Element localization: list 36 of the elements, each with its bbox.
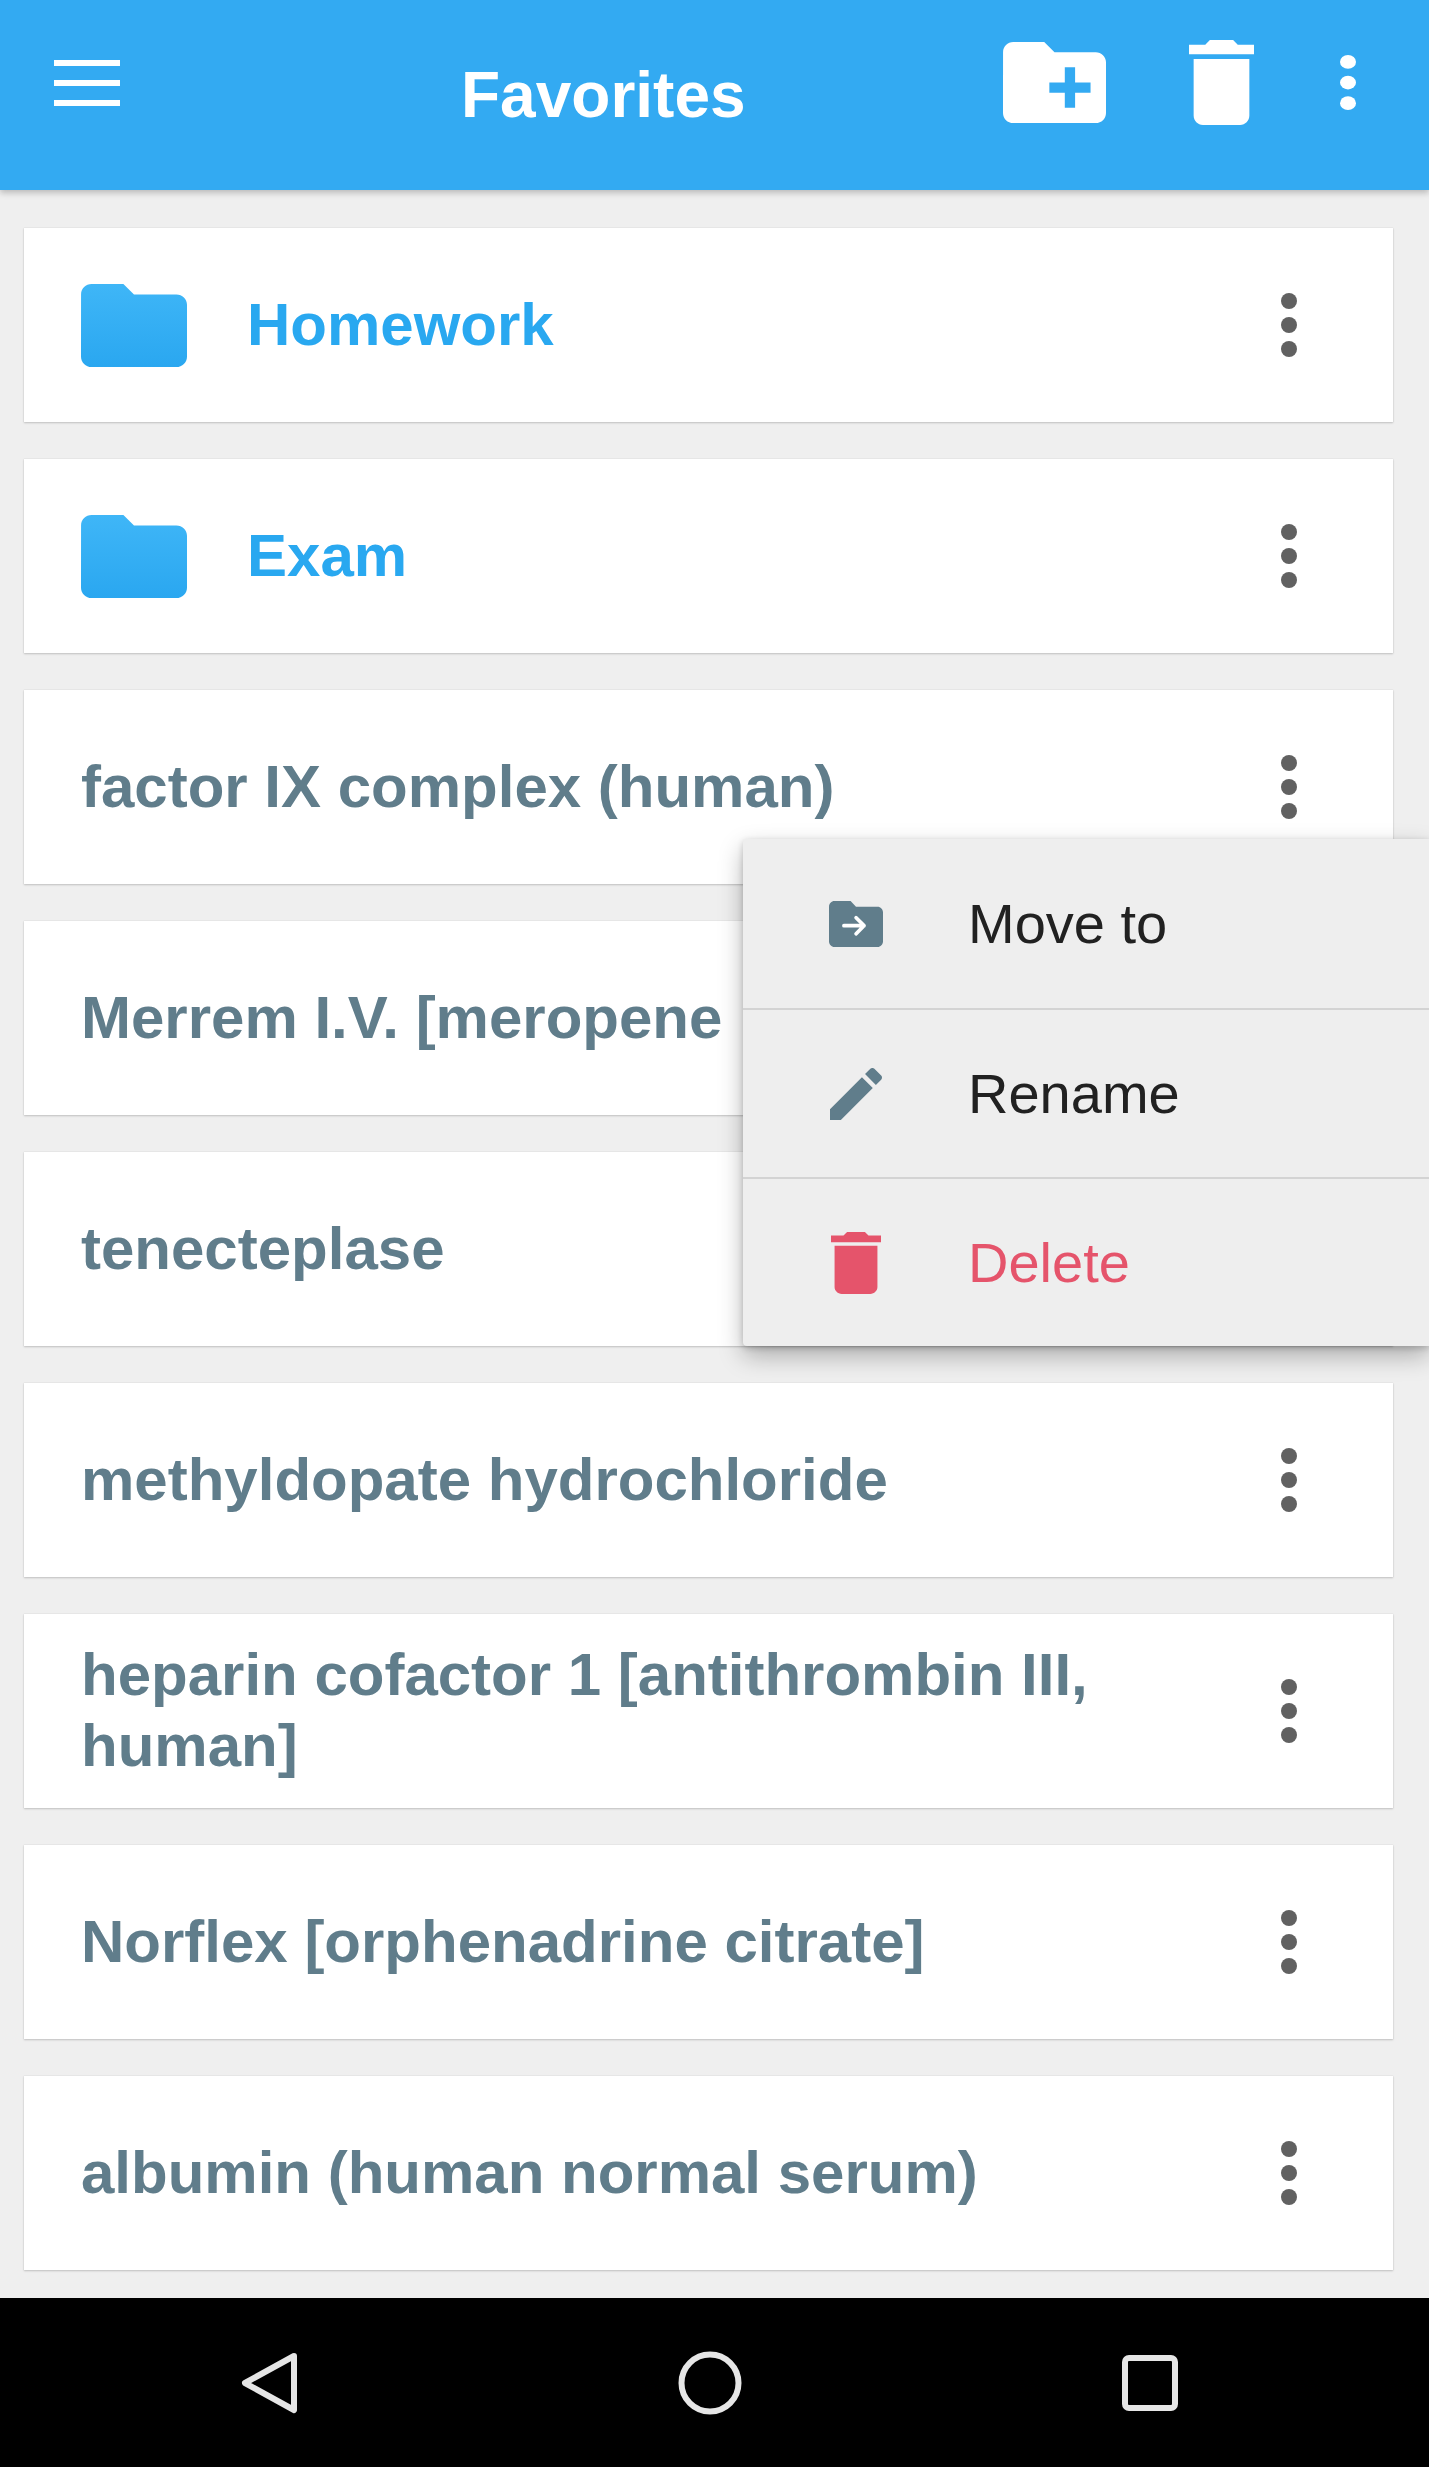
folder-name: Exam <box>247 520 408 591</box>
folder-name: Homework <box>247 289 554 360</box>
folder-icon <box>81 514 187 598</box>
item-name: tenecteplase <box>81 1213 445 1284</box>
recent-apps-icon[interactable] <box>1121 2354 1178 2411</box>
list-item-card[interactable]: methyldopate hydrochloride <box>24 1383 1393 1577</box>
folder-arrow-icon <box>829 900 883 947</box>
more-options-icon[interactable] <box>1280 524 1298 588</box>
more-options-icon[interactable] <box>1339 55 1357 110</box>
menu-item[interactable]: Delete <box>743 1177 1429 1346</box>
back-icon[interactable] <box>239 2351 298 2414</box>
home-icon[interactable] <box>677 2350 742 2415</box>
item-name: Norflex [orphenadrine citrate] <box>81 1906 925 1977</box>
item-name: albumin (human normal serum) <box>81 2137 978 2208</box>
more-options-icon[interactable] <box>1280 2141 1298 2205</box>
folder-card[interactable]: Exam <box>24 459 1393 653</box>
list-item-card[interactable]: heparin cofactor 1 [antithrombin III, human] <box>24 1614 1393 1808</box>
trash-icon <box>831 1231 881 1294</box>
pencil-icon <box>830 1067 882 1120</box>
folder-icon <box>81 283 187 367</box>
list-item-card[interactable]: Norflex [orphenadrine citrate] <box>24 1845 1393 2039</box>
item-name: methyldopate hydrochloride <box>81 1444 888 1515</box>
trash-icon[interactable] <box>1189 40 1254 125</box>
menu-icon[interactable] <box>54 59 120 106</box>
more-options-icon[interactable] <box>1280 1910 1298 1974</box>
more-options-icon[interactable] <box>1280 1448 1298 1512</box>
item-name: Merrem I.V. [meropene <box>81 982 723 1053</box>
more-options-icon[interactable] <box>1280 1679 1298 1743</box>
folder-card[interactable]: Homework <box>24 228 1393 422</box>
more-options-icon[interactable] <box>1280 755 1298 819</box>
item-name: heparin cofactor 1 [antithrombin III, human] <box>81 1640 1089 1781</box>
list-item-card[interactable]: albumin (human normal serum) <box>24 2076 1393 2270</box>
screen-title: Favorites <box>461 62 746 127</box>
folder-plus-icon[interactable] <box>1003 42 1106 123</box>
item-name: factor IX complex (human) <box>81 751 835 822</box>
more-options-icon[interactable] <box>1280 293 1298 357</box>
